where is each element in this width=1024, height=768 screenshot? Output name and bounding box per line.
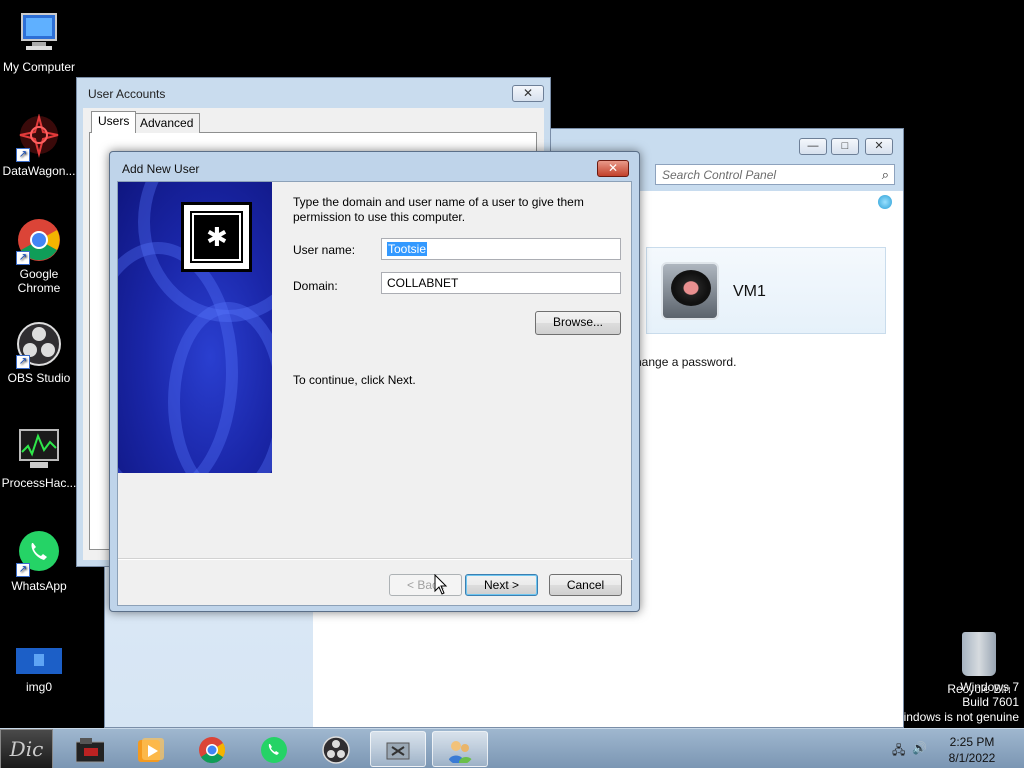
wizard-banner: ✱ [118,182,272,473]
desktop-icon-label: Google Chrome [17,267,61,295]
close-button[interactable]: ✕ [512,85,544,102]
back-button[interactable]: < Back [389,574,462,596]
dialog-body: ✱ Type the domain and user name of a use… [117,181,633,606]
cancel-button[interactable]: Cancel [549,574,622,596]
domain-field[interactable]: COLLABNET [381,272,621,294]
users-logo-icon: ✱ [181,202,252,272]
taskbar-chrome[interactable] [184,731,240,767]
shortcut-arrow-icon: ↗ [16,251,30,265]
tab-advanced[interactable]: Advanced [133,113,201,133]
search-placeholder: Search Control Panel [662,168,777,182]
desktop-icon-label: My Computer [2,60,76,74]
desktop-icon-label: img0 [25,680,52,694]
shortcut-arrow-icon: ↗ [16,355,30,369]
help-icon[interactable] [878,195,892,209]
desktop-icon-label: OBS Studio [7,371,71,385]
divider [118,558,633,560]
domain-value: COLLABNET [387,276,459,290]
desktop-icon-label: WhatsApp [11,579,67,593]
shortcut-arrow-icon: ↗ [16,563,30,577]
shortcut-arrow-icon: ↗ [16,148,30,162]
taskbar-control-panel[interactable] [370,731,426,767]
obs-icon: ↗ [16,321,62,369]
clock[interactable]: 2:25 PM 8/1/2022 [932,734,1012,766]
domain-label: Domain: [293,279,338,293]
system-tray: 🖧 🔊 2:25 PM 8/1/2022 [884,729,1024,768]
watermark-line: indows is not genuine [903,710,1019,724]
obs-icon [322,736,350,764]
user-account-card[interactable]: VM1 [646,247,886,334]
close-button[interactable]: ✕ [597,160,629,177]
start-button[interactable]: Dic [0,729,53,768]
clock-time: 2:25 PM [949,735,995,749]
desktop-icon-label: ProcessHac... [1,476,77,490]
desktop-icon-my-computer[interactable]: My Computer [0,10,78,74]
desktop-icon-label: DataWagon... [2,164,76,178]
search-icon: ⌕ [881,167,889,182]
taskbar-whatsapp[interactable] [246,731,302,767]
search-input[interactable]: Search Control Panel ⌕ [655,164,895,185]
watermark-line: Build 7601 [962,695,1019,709]
username-value: Tootsie [387,242,428,256]
whatsapp-icon: ↗ [16,529,62,577]
mouse-cursor-icon [434,574,448,595]
username-label: User name: [293,243,356,257]
next-button[interactable]: Next > [465,574,538,596]
taskbar-obs[interactable] [308,731,364,767]
dialog-title: Add New User [122,162,200,176]
minimize-button[interactable]: — [799,138,827,155]
watermark-line: Windows 7 [960,680,1019,694]
browse-button[interactable]: Browse... [535,311,621,335]
taskbar: Dic 🖧 🔊 2:25 PM 8/1/2022 [0,728,1024,768]
datawagon-icon [76,738,104,763]
desktop-icon-img0[interactable]: img0 [0,646,78,694]
chrome-icon: ↗ [16,217,62,265]
chrome-icon [199,737,226,764]
taskbar-datawagon[interactable] [62,731,118,767]
close-button[interactable]: ✕ [865,138,893,155]
desktop-icon-whatsapp[interactable]: ↗ WhatsApp [0,529,78,593]
windows-watermark: Windows 7 Build 7601 indows is not genui… [904,680,1019,725]
desktop-icon-processhacker[interactable]: ProcessHac... [0,426,78,490]
processhacker-icon [16,426,62,472]
desktop-icon-datawagon[interactable]: ↗ DataWagon... [0,113,78,178]
network-icon[interactable]: 🖧 [892,741,908,757]
control-panel-icon [386,742,410,760]
media-player-icon [138,738,164,762]
tab-users[interactable]: Users [91,111,137,133]
recycle-bin-icon [962,632,996,676]
add-new-user-dialog: Add New User ✕ ✱ Type the domain and use… [109,151,640,612]
clock-date: 8/1/2022 [948,751,996,765]
turntable-icon [671,270,711,306]
whatsapp-icon [261,737,287,763]
users-icon [448,741,473,763]
change-password-link[interactable]: hange a password. [635,355,736,369]
datawagon-icon: ↗ [16,113,62,162]
user-avatar [661,262,719,320]
volume-icon[interactable]: 🔊 [912,741,928,755]
dialog-instructions: Type the domain and user name of a user … [293,195,584,224]
user-account-name: VM1 [733,283,766,300]
image-file-icon [16,646,62,676]
maximize-button[interactable]: □ [831,138,859,155]
username-field[interactable]: Tootsie [381,238,621,260]
computer-icon [16,10,62,56]
taskbar-user-accounts[interactable] [432,731,488,767]
desktop-icon-google-chrome[interactable]: ↗ Google Chrome [0,217,78,295]
taskbar-media-player[interactable] [122,731,178,767]
continue-hint: To continue, click Next. [293,373,416,387]
window-title: User Accounts [88,87,166,101]
desktop-icon-obs-studio[interactable]: ↗ OBS Studio [0,321,78,385]
